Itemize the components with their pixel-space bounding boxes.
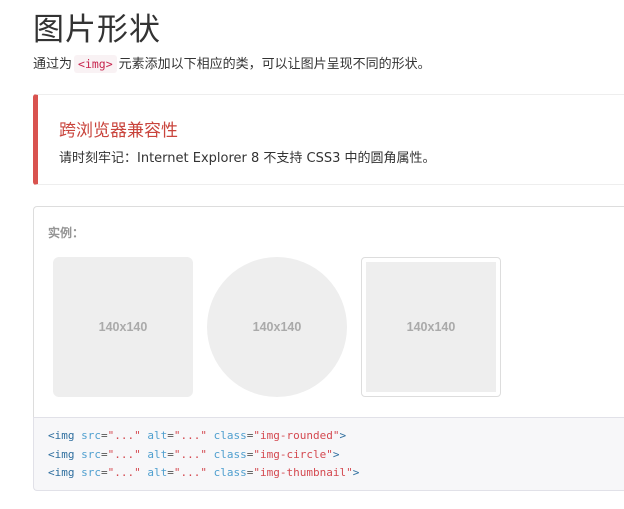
code-value-src: "..." <box>107 429 141 442</box>
code-attr-class: class <box>213 466 247 479</box>
code-value-alt: "..." <box>173 447 207 461</box>
code-tag: <img <box>48 447 75 461</box>
inline-code-img: <img> <box>74 55 117 73</box>
page-title: 图片形状 <box>33 12 161 48</box>
code-value-class: "img-thumbnail" <box>253 466 353 479</box>
callout-title: 跨浏览器兼容性 <box>59 121 178 141</box>
circle-image-size-label: 140x140 <box>252 320 302 334</box>
code-tag-close: > <box>339 429 347 442</box>
code-line: <img src="..." alt="..." class="img-thum… <box>48 464 624 483</box>
code-attr-class: class <box>213 429 247 442</box>
code-equals: = <box>167 447 174 461</box>
code-attr-src: src <box>81 447 101 461</box>
circle-image-placeholder: 140x140 <box>207 257 347 397</box>
code-line: <img src="..." alt="..." class="img-circ… <box>48 446 624 465</box>
code-value-class: "img-rounded" <box>253 429 340 442</box>
code-attr-src: src <box>81 429 101 442</box>
code-value-src: "..." <box>107 466 141 479</box>
code-tag-close: > <box>352 466 360 479</box>
code-equals: = <box>167 429 174 442</box>
code-attr-alt: alt <box>147 429 168 442</box>
code-attr-alt: alt <box>147 466 168 479</box>
code-value-alt: "..." <box>173 466 207 479</box>
code-value-alt: "..." <box>173 429 207 442</box>
code-equals: = <box>101 447 108 461</box>
code-line: <img src="..." alt="..." class="img-roun… <box>48 427 624 446</box>
code-equals: = <box>101 429 108 442</box>
code-block: <img src="..." alt="..." class="img-roun… <box>33 417 624 491</box>
example-panel: 实例： 140x140 140x140 140x140 <box>33 206 624 417</box>
thumbnail-image-inner: 140x140 <box>366 262 496 392</box>
example-label: 实例： <box>48 226 85 240</box>
rounded-image-placeholder: 140x140 <box>53 257 193 397</box>
code-equals: = <box>167 466 174 479</box>
code-equals: = <box>101 466 108 479</box>
code-tag-close: > <box>332 447 340 461</box>
code-value-class: "img-circle" <box>253 447 333 461</box>
code-tag: <img <box>48 429 75 442</box>
rounded-image-size-label: 140x140 <box>98 320 148 334</box>
code-attr-class: class <box>213 447 247 461</box>
intro-text-before: 通过为 <box>33 57 73 72</box>
compatibility-callout: 跨浏览器兼容性 请时刻牢记：Internet Explorer 8 不支持 CS… <box>33 94 624 185</box>
intro-text-after: 元素添加以下相应的类，可以让图片呈现不同的形状。 <box>118 57 431 72</box>
callout-text: 请时刻牢记：Internet Explorer 8 不支持 CSS3 中的圆角属… <box>59 151 436 166</box>
thumbnail-image-placeholder: 140x140 <box>361 257 501 397</box>
code-attr-src: src <box>81 466 101 479</box>
code-attr-alt: alt <box>147 447 168 461</box>
code-value-src: "..." <box>107 447 141 461</box>
intro-paragraph: 通过为 <img> 元素添加以下相应的类，可以让图片呈现不同的形状。 <box>33 53 431 73</box>
thumbnail-image-size-label: 140x140 <box>406 320 456 334</box>
code-tag: <img <box>48 466 75 479</box>
